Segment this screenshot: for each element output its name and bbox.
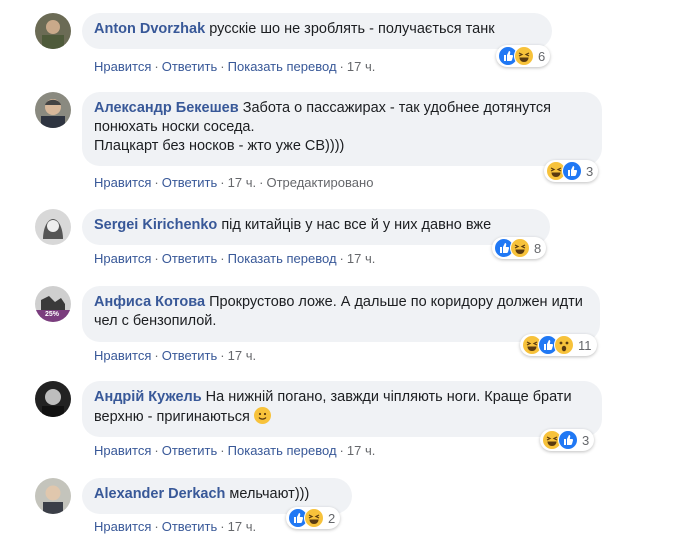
reaction-count: 11 [578, 337, 592, 353]
avatar-badge: 25% [45, 311, 60, 318]
haha-icon [514, 46, 534, 66]
avatar[interactable] [35, 381, 71, 417]
timestamp[interactable]: 17 ч. [228, 175, 256, 190]
separator: · [339, 59, 344, 74]
avatar[interactable] [35, 209, 71, 245]
like-link[interactable]: Нравится [94, 175, 151, 190]
wow-icon [554, 335, 574, 355]
like-link[interactable]: Нравится [94, 519, 151, 534]
separator: · [220, 348, 225, 363]
translate-link[interactable]: Показать перевод [228, 251, 337, 266]
reaction-summary[interactable]: 2 [286, 507, 341, 529]
reaction-count: 2 [328, 510, 336, 526]
separator: · [339, 443, 344, 458]
reaction-summary[interactable]: 8 [492, 237, 547, 259]
translate-link[interactable]: Показать перевод [228, 59, 337, 74]
comment-actions: Нравится · Ответить · 17 ч. · Отредактировано [94, 175, 373, 190]
reaction-summary[interactable]: 6 [496, 45, 551, 67]
separator: · [220, 443, 225, 458]
timestamp[interactable]: 17 ч. [228, 519, 256, 534]
avatar[interactable]: 25% [35, 286, 71, 322]
haha-icon [304, 508, 324, 528]
like-icon [558, 430, 578, 450]
separator: · [259, 175, 264, 190]
separator: · [154, 443, 159, 458]
like-link[interactable]: Нравится [94, 59, 151, 74]
comment-actions: Нравится · Ответить · Показать перевод · 17 ч. [94, 443, 375, 458]
separator: · [220, 519, 225, 534]
comment-actions: Нравится · Ответить · 17 ч. [94, 519, 256, 534]
reaction-count: 6 [538, 48, 546, 64]
edited-label: Отредактировано [266, 175, 374, 190]
comment-author[interactable]: Александр Бекешев [94, 100, 239, 116]
reaction-count: 8 [534, 240, 542, 256]
reply-link[interactable]: Ответить [162, 251, 218, 266]
timestamp[interactable]: 17 ч. [228, 348, 256, 363]
separator: · [154, 251, 159, 266]
comment-author[interactable]: Sergei Kirichenko [94, 217, 217, 233]
avatar[interactable] [35, 13, 71, 49]
separator: · [154, 175, 159, 190]
avatar[interactable] [35, 92, 71, 128]
comment-bubble: Анфиса Котова Прокрустово ложе. А дальше… [82, 286, 600, 342]
separator: · [220, 251, 225, 266]
reply-link[interactable]: Ответить [162, 519, 218, 534]
like-icon [562, 161, 582, 181]
timestamp[interactable]: 17 ч. [347, 443, 375, 458]
smile-emoji-icon [253, 407, 271, 424]
like-link[interactable]: Нравится [94, 348, 151, 363]
reply-link[interactable]: Ответить [162, 59, 218, 74]
comment-bubble: Александр Бекешев Забота о пассажирах - … [82, 92, 602, 166]
comment-author[interactable]: Anton Dvorzhak [94, 21, 205, 37]
comment-actions: Нравится · Ответить · 17 ч. [94, 348, 256, 363]
translate-link[interactable]: Показать перевод [228, 443, 337, 458]
reply-link[interactable]: Ответить [162, 443, 218, 458]
avatar[interactable] [35, 478, 71, 514]
separator: · [220, 175, 225, 190]
reaction-count: 3 [582, 432, 590, 448]
comment-author[interactable]: Андрій Кужель [94, 389, 202, 405]
timestamp[interactable]: 17 ч. [347, 251, 375, 266]
comment-bubble: Anton Dvorzhak русскіе шо не зроблять - … [82, 13, 552, 49]
comment-bubble: Андрій Кужель На нижній погано, завжди ч… [82, 381, 602, 437]
comment-bubble: Sergei Kirichenko під китайців у нас все… [82, 209, 550, 245]
like-link[interactable]: Нравится [94, 251, 151, 266]
comment-text: мельчают))) [229, 486, 310, 502]
comment-author[interactable]: Анфиса Котова [94, 294, 205, 310]
reaction-summary[interactable]: 11 [520, 334, 597, 356]
separator: · [154, 59, 159, 74]
comment-text: під китайців у нас все й у них давно вже [221, 217, 492, 233]
separator: · [220, 59, 225, 74]
reply-link[interactable]: Ответить [162, 175, 218, 190]
like-link[interactable]: Нравится [94, 443, 151, 458]
comment-actions: Нравится · Ответить · Показать перевод · 17 ч. [94, 59, 375, 74]
reaction-summary[interactable]: 3 [540, 429, 595, 451]
separator: · [339, 251, 344, 266]
haha-icon [510, 238, 530, 258]
comment-actions: Нравится · Ответить · Показать перевод · 17 ч. [94, 251, 375, 266]
timestamp[interactable]: 17 ч. [347, 59, 375, 74]
comment-author[interactable]: Alexander Derkach [94, 486, 225, 502]
separator: · [154, 519, 159, 534]
reply-link[interactable]: Ответить [162, 348, 218, 363]
separator: · [154, 348, 159, 363]
reaction-count: 3 [586, 163, 594, 179]
reaction-summary[interactable]: 3 [544, 160, 599, 182]
comment-text: Плацкарт без носков - жто уже СВ)))) [94, 138, 345, 154]
comment-text: русскіе шо не зроблять - получається тан… [209, 21, 495, 37]
